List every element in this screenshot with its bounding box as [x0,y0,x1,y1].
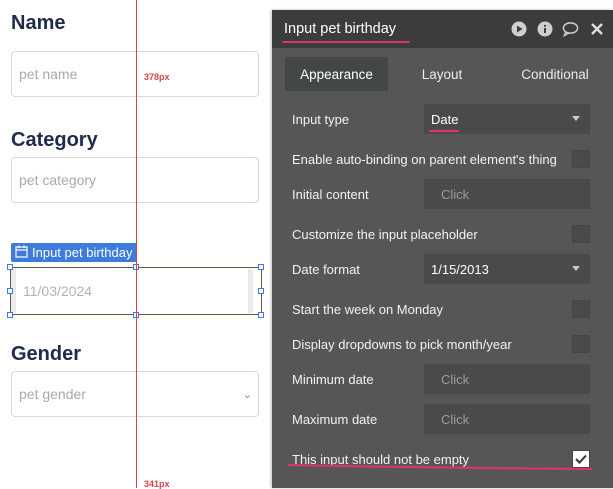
panel-title[interactable]: Input pet birthday [284,21,396,37]
resize-handle-right[interactable] [258,288,264,294]
pet-name-placeholder: pet name [19,66,78,82]
chevron-down-icon: ⌄ [242,389,252,401]
pet-category-placeholder: pet category [19,172,97,188]
comment-icon[interactable] [562,20,579,37]
auto-binding-label: Enable auto-binding on parent element's … [292,151,557,167]
resize-handle-bottom-right[interactable] [258,312,264,318]
week-monday-label: Start the week on Monday [292,301,444,317]
property-editor-panel: Input pet birthday Appearance Layout Con… [272,10,613,488]
minimum-date-placeholder: Click [441,371,470,387]
not-empty-highlight [287,464,593,470]
right-padding [249,269,253,313]
title-highlight [282,41,410,43]
maximum-date-placeholder: Click [441,411,470,427]
guide-distance-top: 378px [144,72,170,82]
pet-gender-placeholder: pet gender [19,386,86,402]
date-format-value: 1/15/2013 [431,261,489,277]
minimum-date-input[interactable]: Click [424,364,590,394]
input-type-value: Date [431,111,459,127]
play-icon[interactable] [510,20,527,37]
date-value: 11/03/2024 [15,269,249,313]
dropdown-arrow-icon [572,266,580,271]
vertical-guide-line [136,0,137,488]
dropdown-arrow-icon [572,116,580,121]
pet-gender-dropdown[interactable]: pet gender ⌄ [11,371,259,417]
input-type-label: Input type [292,111,350,127]
name-heading: Name [11,12,66,34]
calendar-icon [15,245,28,261]
minimum-date-label: Minimum date [292,371,374,387]
tab-layout[interactable]: Layout [399,57,485,91]
dropdowns-month-year-checkbox[interactable] [572,335,590,353]
resize-handle-top-left[interactable] [7,264,13,270]
resize-handle-bottom-left[interactable] [7,312,13,318]
prop-dropdowns-month-year: Display dropdowns to pick month/year [272,326,613,362]
prop-date-format: Date format 1/15/2013 [272,251,613,287]
customize-placeholder-checkbox[interactable] [572,225,590,243]
pet-name-input[interactable]: pet name [11,51,259,97]
prop-week-monday: Start the week on Monday [272,291,613,327]
resize-handle-left[interactable] [7,288,13,294]
tab-conditional[interactable]: Conditional [503,57,607,91]
maximum-date-label: Maximum date [292,411,378,427]
resize-handle-top-right[interactable] [258,264,264,270]
initial-content-label: Initial content [292,186,369,202]
maximum-date-input[interactable]: Click [424,404,590,434]
panel-header: Input pet birthday [272,10,613,48]
pet-category-input[interactable]: pet category [11,157,259,203]
date-format-label: Date format [292,261,360,277]
tab-appearance[interactable]: Appearance [285,57,388,91]
selected-element-name: Input pet birthday [32,245,133,260]
customize-placeholder-label: Customize the input placeholder [292,226,478,242]
prop-minimum-date: Minimum date Click [272,361,613,397]
selected-element-tag[interactable]: Input pet birthday [11,243,138,262]
input-type-highlight [429,130,459,132]
info-icon[interactable] [536,20,553,37]
close-icon[interactable] [588,20,605,37]
prop-maximum-date: Maximum date Click [272,401,613,437]
prop-auto-binding: Enable auto-binding on parent element's … [272,141,613,177]
panel-tabs: Appearance Layout Conditional [272,48,613,100]
initial-content-placeholder: Click [441,186,470,202]
gender-heading: Gender [11,343,82,365]
date-format-dropdown[interactable]: 1/15/2013 [424,254,590,284]
auto-binding-checkbox[interactable] [572,150,590,168]
prop-initial-content: Initial content Click [272,176,613,212]
week-monday-checkbox[interactable] [572,300,590,318]
prop-customize-placeholder: Customize the input placeholder [272,216,613,252]
dropdowns-month-year-label: Display dropdowns to pick month/year [292,336,512,352]
initial-content-input[interactable]: Click [424,179,590,209]
category-heading: Category [11,129,98,151]
